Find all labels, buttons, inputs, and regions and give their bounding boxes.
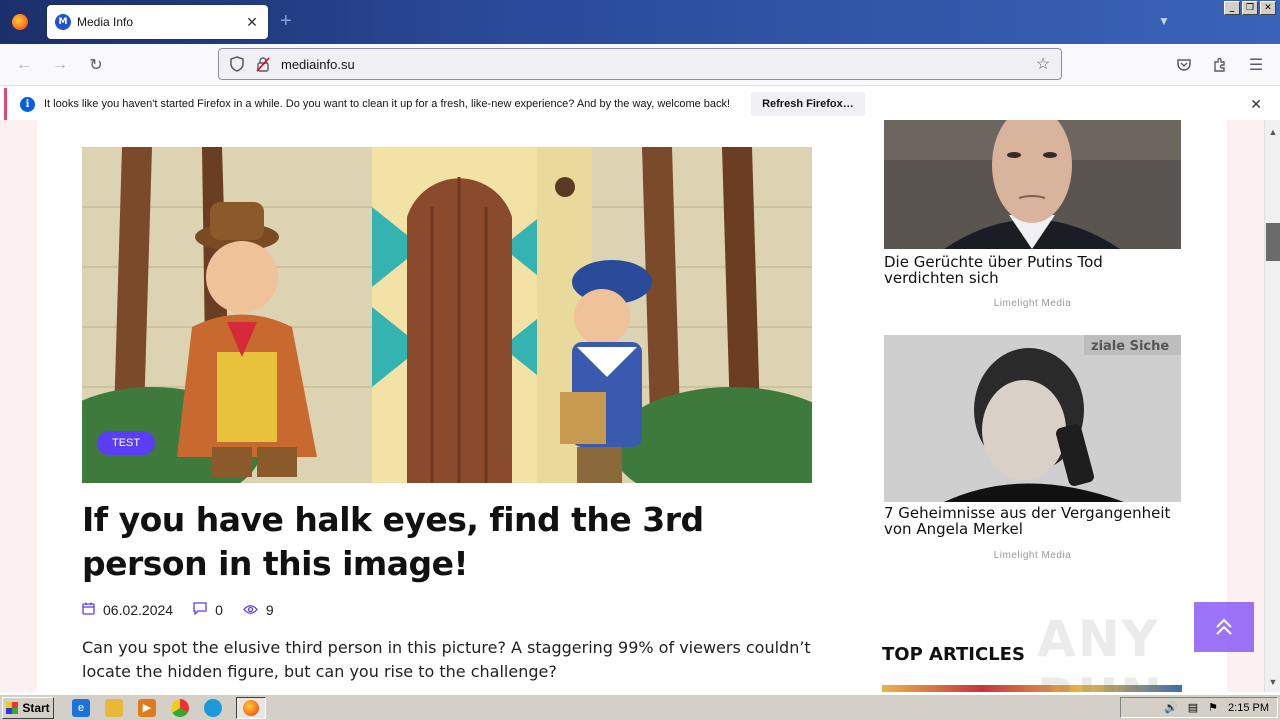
start-button[interactable]: Start: [2, 696, 54, 719]
bookmark-star-icon[interactable]: ☆: [1031, 54, 1055, 74]
hamburger-menu-icon[interactable]: ☰: [1244, 53, 1268, 77]
scrollbar-thumb[interactable]: [1266, 223, 1280, 261]
navigation-toolbar: ← → ↻ mediainfo.su ☆ ☰: [0, 44, 1280, 86]
sidebar-article-title[interactable]: Die Gerüchte über Putins Tod verdichten …: [884, 254, 1184, 286]
forward-arrow-icon[interactable]: →: [48, 53, 72, 77]
sidebar-image-caption-text: ziale Siche: [1091, 339, 1169, 354]
article-excerpt: Can you spot the elusive third person in…: [82, 638, 811, 681]
notification-close-icon[interactable]: ✕: [1250, 96, 1262, 113]
restore-button[interactable]: ❐: [1242, 1, 1258, 15]
new-tab-button[interactable]: +: [280, 11, 292, 31]
site-favicon-icon: M: [55, 14, 71, 30]
sidebar-article-image[interactable]: [884, 120, 1181, 249]
top-articles-heading: TOP ARTICLES: [882, 644, 1025, 665]
view-count: 9: [265, 602, 274, 618]
comment-icon: [193, 602, 207, 618]
network-icon[interactable]: ▤: [1188, 701, 1198, 714]
firefox-menu-button[interactable]: [0, 0, 40, 44]
page-viewport: TEST If you have halk eyes, find the 3rd…: [0, 120, 1264, 692]
article-date: 06.02.2024: [103, 602, 174, 618]
calendar-icon: [82, 602, 95, 618]
back-arrow-icon[interactable]: ←: [12, 53, 36, 77]
system-tray: 🔊 ▤ ⚑ 2:15 PM: [1120, 697, 1278, 718]
address-bar[interactable]: mediainfo.su ☆: [218, 48, 1062, 80]
windows-taskbar: Start e ▶ 🔊 ▤ ⚑ 2:15 PM: [0, 694, 1280, 720]
edge-icon[interactable]: [204, 698, 222, 717]
window-controls: _ ❐ ✕: [1224, 1, 1276, 15]
firefox-logo-icon: [12, 14, 28, 30]
taskbar-firefox-window[interactable]: [236, 696, 266, 719]
sidebar-article-image[interactable]: ziale Siche: [884, 335, 1181, 502]
eye-icon: [243, 603, 258, 618]
start-label: Start: [22, 700, 50, 715]
close-window-button[interactable]: ✕: [1260, 1, 1276, 15]
media-player-icon[interactable]: ▶: [138, 698, 156, 717]
scroll-up-arrow-icon[interactable]: ▲: [1265, 124, 1280, 140]
windows-logo-icon: [6, 701, 19, 714]
action-center-flag-icon[interactable]: ⚑: [1208, 701, 1218, 714]
chrome-icon[interactable]: [171, 698, 189, 717]
article-meta: 06.02.2024 0 9: [82, 602, 274, 618]
firefox-icon: [243, 699, 259, 716]
comment-count[interactable]: 0: [215, 602, 223, 618]
notification-bar: i It looks like you haven't started Fire…: [4, 88, 1276, 120]
notification-text: It looks like you haven't started Firefo…: [44, 98, 731, 110]
tab-close-icon[interactable]: ✕: [244, 14, 260, 31]
tab-strip: M Media Info ✕ + ▼ _ ❐ ✕: [0, 0, 1280, 44]
category-badge[interactable]: TEST: [97, 431, 156, 455]
tracking-protection-shield-icon[interactable]: [229, 56, 245, 72]
page-scrollbar[interactable]: ▲ ▼: [1264, 120, 1280, 692]
list-all-tabs-chevron-down-icon[interactable]: ▼: [1158, 14, 1170, 28]
internet-explorer-icon[interactable]: e: [72, 698, 90, 717]
tab-title: Media Info: [77, 15, 134, 29]
page-content: TEST If you have halk eyes, find the 3rd…: [37, 120, 1254, 692]
pocket-icon[interactable]: [1172, 53, 1196, 77]
info-icon: i: [20, 96, 35, 112]
clock[interactable]: 2:15 PM: [1228, 702, 1269, 714]
refresh-firefox-button[interactable]: Refresh Firefox…: [751, 92, 865, 116]
article-hero-image[interactable]: TEST: [82, 147, 812, 483]
double-chevron-up-icon: [1216, 618, 1232, 635]
extensions-puzzle-icon[interactable]: [1208, 53, 1232, 77]
article-title[interactable]: If you have halk eyes, find the 3rd pers…: [82, 498, 822, 586]
file-explorer-icon[interactable]: [105, 698, 123, 717]
tab-media-info[interactable]: M Media Info ✕: [47, 5, 268, 39]
minimize-button[interactable]: _: [1224, 1, 1240, 15]
sidebar-article-source: Limelight Media: [993, 298, 1072, 309]
volume-icon[interactable]: 🔊: [1164, 701, 1178, 714]
sidebar-article-source: Limelight Media: [993, 550, 1072, 561]
scroll-to-top-button[interactable]: [1194, 602, 1254, 652]
url-text[interactable]: mediainfo.su: [281, 57, 1031, 72]
insecure-lock-icon[interactable]: [255, 56, 271, 72]
reload-icon[interactable]: ↻: [84, 53, 108, 77]
scroll-down-arrow-icon[interactable]: ▼: [1265, 674, 1280, 690]
sidebar-article-title[interactable]: 7 Geheimnisse aus der Vergangenheit von …: [884, 505, 1184, 537]
